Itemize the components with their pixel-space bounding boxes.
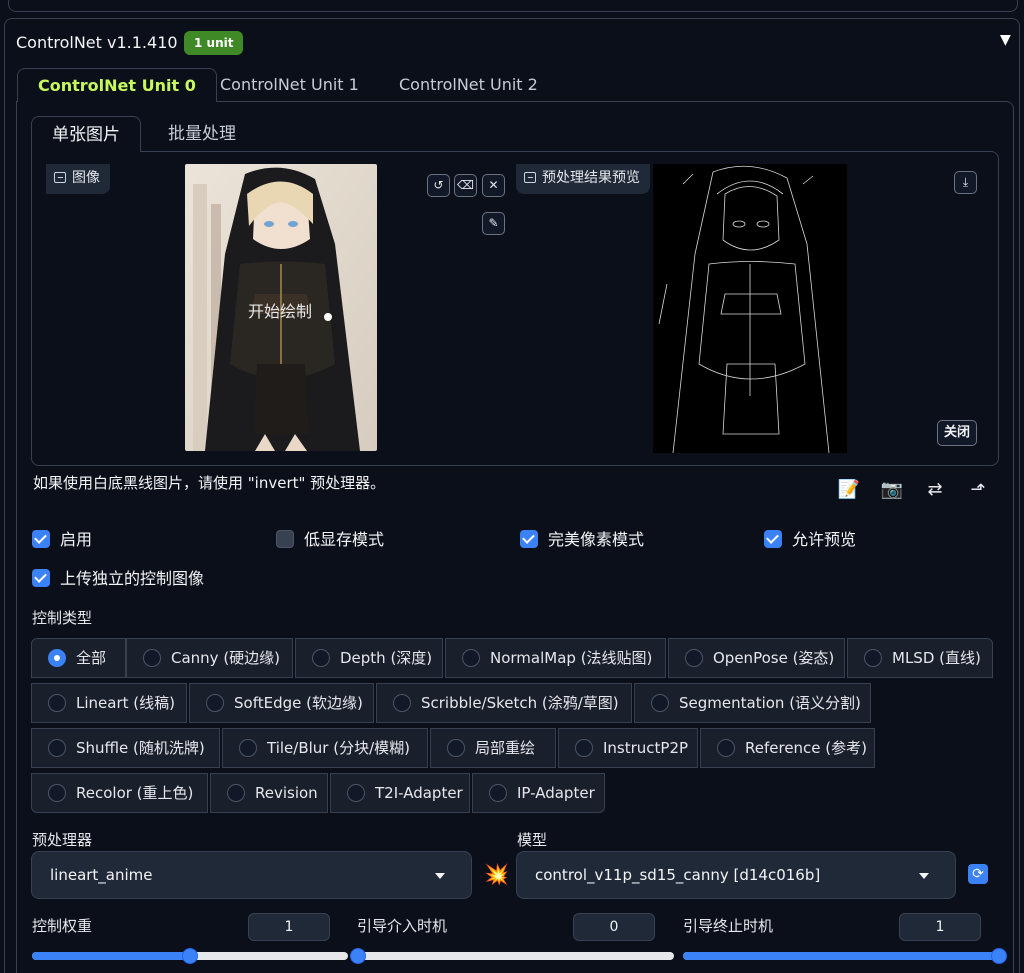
download-icon[interactable]: ⤓ — [954, 171, 977, 194]
guidance-start-thumb[interactable] — [350, 948, 366, 964]
radio-t2i-adapter[interactable]: T2I-Adapter — [330, 773, 470, 813]
radio-openpose[interactable]: OpenPose (姿态) — [668, 638, 845, 678]
lineart-preview-image — [658, 165, 830, 453]
clear-icon[interactable]: ✕ — [482, 174, 505, 197]
guidance-end-thumb[interactable] — [991, 948, 1007, 964]
preview-image-canvas — [653, 164, 847, 453]
control-type-label: 控制类型 — [32, 609, 93, 627]
brush-icon[interactable]: ✎ — [482, 212, 505, 235]
collapse-icon[interactable]: ▼ — [1000, 32, 1011, 48]
tab-unit-1[interactable]: ControlNet Unit 1 — [200, 68, 379, 102]
start-drawing-text: 开始绘制 — [248, 302, 313, 321]
preprocessor-label: 预处理器 — [32, 831, 93, 849]
radio-softedge[interactable]: SoftEdge (软边缘) — [189, 683, 374, 723]
refresh-icon[interactable]: ⟳ — [968, 864, 988, 884]
radio-recolor[interactable]: Recolor (重上色) — [31, 773, 208, 813]
guidance-start-slider[interactable] — [358, 952, 674, 960]
radio-tile-blur[interactable]: Tile/Blur (分块/模糊) — [222, 728, 428, 768]
pixel-perfect-checkbox[interactable]: 完美像素模式 — [520, 529, 644, 551]
radio-segmentation[interactable]: Segmentation (语义分割) — [634, 683, 871, 723]
radio-reference[interactable]: Reference (参考) — [700, 728, 875, 768]
radio-scribble[interactable]: Scribble/Sketch (涂鸦/草图) — [376, 683, 632, 723]
control-weight-thumb[interactable] — [182, 948, 198, 964]
undo-icon[interactable]: ↺ — [427, 174, 450, 197]
chevron-down-icon — [435, 873, 445, 879]
edit-icon[interactable]: 📝 — [837, 478, 861, 502]
guidance-start-input[interactable]: 0 — [573, 913, 655, 941]
top-panel-edge — [8, 0, 1018, 12]
enable-checkbox[interactable]: 启用 — [32, 529, 92, 551]
image-icon — [54, 172, 66, 183]
radio-ip-adapter[interactable]: IP-Adapter — [472, 773, 605, 813]
camera-icon[interactable]: 📷 — [880, 478, 904, 502]
close-preview-button[interactable]: 关闭 — [937, 420, 978, 446]
model-label: 模型 — [517, 831, 548, 849]
model-dropdown[interactable]: control_v11p_sd15_canny [d14c016b] — [516, 851, 956, 899]
preview-label: 预处理结果预览 — [516, 164, 650, 194]
radio-instructp2p[interactable]: InstructP2P — [558, 728, 698, 768]
image-label: 图像 — [46, 164, 110, 194]
radio-mlsd[interactable]: MLSD (直线) — [847, 638, 993, 678]
radio-inpaint[interactable]: 局部重绘 — [430, 728, 556, 768]
invert-hint: 如果使用白底黑线图片，请使用 "invert" 预处理器。 — [33, 474, 386, 492]
control-weight-input[interactable]: 1 — [248, 913, 330, 941]
panel-title[interactable]: ControlNet v1.1.410 — [16, 33, 178, 52]
guidance-end-slider[interactable] — [683, 952, 999, 960]
control-weight-label: 控制权重 — [32, 917, 93, 935]
image-area — [31, 151, 999, 466]
eraser-icon[interactable]: ⌫ — [454, 174, 477, 197]
chevron-down-icon — [919, 873, 929, 879]
image-icon — [524, 172, 536, 183]
guidance-end-label: 引导终止时机 — [683, 917, 774, 935]
tab-unit-0[interactable]: ControlNet Unit 0 — [17, 68, 217, 102]
unit-count-badge: 1 unit — [184, 31, 244, 55]
send-dimensions-icon[interactable]: ⬏ — [966, 478, 990, 502]
radio-lineart[interactable]: Lineart (线稿) — [31, 683, 187, 723]
radio-normalmap[interactable]: NormalMap (法线贴图) — [445, 638, 666, 678]
preprocessor-dropdown[interactable]: lineart_anime — [31, 851, 472, 899]
tab-unit-2[interactable]: ControlNet Unit 2 — [379, 68, 558, 102]
radio-shuffle[interactable]: Shuffle (随机洗牌) — [31, 728, 220, 768]
guidance-end-input[interactable]: 1 — [899, 913, 981, 941]
radio-canny[interactable]: Canny (硬边缘) — [126, 638, 293, 678]
low-vram-checkbox[interactable]: 低显存模式 — [276, 529, 384, 551]
radio-depth[interactable]: Depth (深度) — [295, 638, 443, 678]
swap-icon[interactable]: ⇄ — [923, 478, 947, 502]
run-preprocessor-icon[interactable]: 💥 — [484, 862, 509, 886]
tab-single-image[interactable]: 单张图片 — [31, 116, 141, 152]
radio-revision[interactable]: Revision — [210, 773, 328, 813]
tab-batch[interactable]: 批量处理 — [148, 116, 256, 152]
guidance-start-label: 引导介入时机 — [357, 917, 448, 935]
allow-preview-checkbox[interactable]: 允许预览 — [764, 529, 856, 551]
brush-cursor — [324, 313, 332, 321]
upload-independent-image-checkbox[interactable]: 上传独立的控制图像 — [32, 568, 204, 590]
radio-all[interactable]: 全部 — [31, 638, 126, 678]
